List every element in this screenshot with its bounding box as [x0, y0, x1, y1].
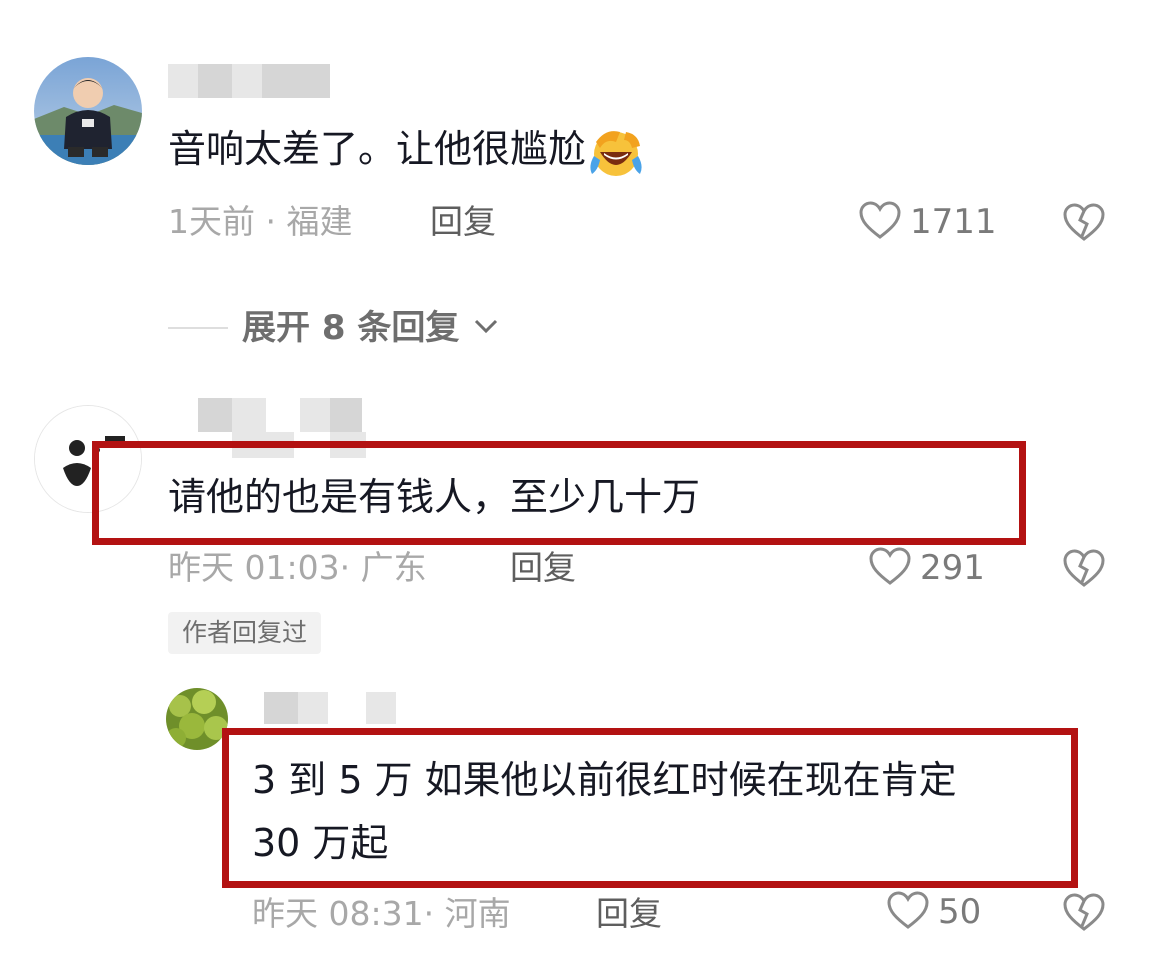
comment-2-time-location: 昨天 01:03· 广东 [168, 548, 427, 587]
reply-button[interactable]: 回复 [510, 546, 576, 590]
expand-replies-label: 展开 8 条回复 [242, 308, 460, 348]
expand-divider-line [168, 327, 228, 329]
chevron-down-icon [473, 316, 499, 340]
like-button[interactable]: 50 [886, 890, 981, 934]
like-button[interactable]: 291 [868, 546, 985, 590]
reply-text-line-2: 30 万起 [252, 821, 389, 865]
like-count: 50 [938, 892, 982, 932]
like-count: 291 [920, 548, 985, 588]
like-count: 1711 [910, 202, 997, 242]
reply-text-line-1: 3 到 5 万 如果他以前很红时候在现在肯定 [252, 758, 957, 802]
comment-text: 请他的也是有钱人，至少几十万 [168, 475, 701, 519]
comment-1-time-location: 1天前 · 福建 [168, 202, 353, 241]
broken-heart-icon [1062, 549, 1106, 592]
dislike-button[interactable] [1062, 548, 1106, 592]
dislike-button[interactable] [1062, 202, 1106, 246]
dislike-button[interactable] [1062, 892, 1106, 936]
comment-text: 音响太差了。让他很尴尬 [168, 127, 587, 171]
like-button[interactable]: 1711 [858, 200, 997, 244]
avatar-user-3[interactable] [166, 688, 228, 750]
broken-heart-icon [1062, 893, 1106, 936]
avatar-user-1[interactable] [34, 57, 142, 165]
heart-outline-icon [858, 200, 902, 244]
comment-1-text-row: 音响太差了。让他很尴尬 [168, 124, 642, 178]
expand-replies-button[interactable]: 展开 8 条回复 [168, 306, 499, 350]
laughing-crying-emoji-icon [586, 126, 642, 178]
comment-3-time-location: 昨天 08:31· 河南 [252, 894, 511, 933]
reply-button[interactable]: 回复 [596, 892, 662, 936]
reply-button[interactable]: 回复 [430, 200, 496, 244]
author-replied-badge: 作者回复过 [168, 612, 322, 654]
heart-outline-icon [868, 546, 912, 590]
heart-outline-icon [886, 890, 930, 934]
broken-heart-icon [1062, 203, 1106, 246]
